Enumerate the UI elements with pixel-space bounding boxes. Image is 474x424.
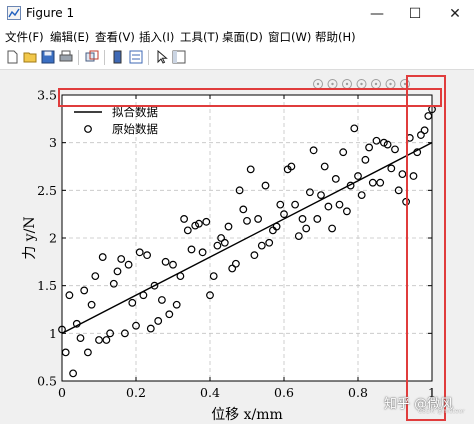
highlight-box-top [58,88,442,107]
legend-entry-fit: 拟合数据 [112,105,158,119]
menu-tools[interactable]: 工具(T) [180,29,219,45]
menu-file[interactable]: 文件(F) [5,29,44,45]
open-icon[interactable] [22,49,38,65]
menu-window[interactable]: 窗口(W) [268,29,311,45]
toolbar-separator [78,50,79,65]
menu-desktop[interactable]: 桌面(D) [222,29,263,45]
x-axis-label: 位移 x/mm [211,407,283,423]
figure-canvas: 0 0.2 0.4 0.6 0.8 1 0.5 1 1.5 2 2.5 3 3.5 位移 x/mm 力 … [0,70,474,424]
save-icon[interactable] [40,49,56,65]
figure-toolbar [0,47,474,70]
y-tick-label: 0.5 [37,374,57,389]
figure-window: Figure 1 — ☐ ✕ 文件(F) 编辑(E) 查看(V) 插入(I) 工… [0,0,474,424]
y-tick-label: 2.5 [37,183,57,198]
x-tick-label: 0.6 [274,385,294,400]
x-tick-label: 0.2 [126,385,146,400]
y-tick-label: 2 [49,231,57,246]
y-tick-label: 3 [49,135,57,150]
close-button[interactable]: ✕ [436,0,474,27]
y-tick-label: 1 [49,326,57,341]
matlab-icon [7,6,21,20]
menu-insert[interactable]: 插入(I) [139,29,174,45]
menu-edit[interactable]: 编辑(E) [50,29,89,45]
legend-entry-raw: 原始数据 [112,122,158,136]
y-tick-label: 1.5 [37,278,57,293]
x-tick-label: 0.4 [200,385,220,400]
menu-help[interactable]: 帮助(H) [315,29,356,45]
watermark-sub: CSDN @meteor [418,408,465,415]
link-icon[interactable] [84,49,100,65]
propertyeditor-icon[interactable] [171,49,187,65]
menu-view[interactable]: 查看(V) [95,29,135,45]
new-icon[interactable] [4,49,20,65]
toolbar-separator [148,50,149,65]
x-tick-label: 0.8 [348,385,368,400]
minimize-button[interactable]: — [358,0,396,27]
menu-bar: 文件(F) 编辑(E) 查看(V) 插入(I) 工具(T) 桌面(D) 窗口(W… [0,27,474,47]
legend-icon[interactable] [128,49,144,65]
print-icon[interactable] [58,49,74,65]
y-axis-label: 力 y/N [22,216,38,259]
window-title: Figure 1 [26,6,75,20]
pointer-icon[interactable] [153,49,169,65]
y-tick-label: 3.5 [37,88,57,103]
chart: 0 0.2 0.4 0.6 0.8 10.511.522.533.5 位移 x/mm 力 … [22,79,436,423]
maximize-button[interactable]: ☐ [396,0,434,27]
title-bar[interactable]: Figure 1 — ☐ ✕ [0,0,474,27]
x-tick-label: 0 [58,385,66,400]
toolbar-separator [104,50,105,65]
highlight-box-right [406,75,446,421]
colorbar-icon[interactable] [110,49,126,65]
